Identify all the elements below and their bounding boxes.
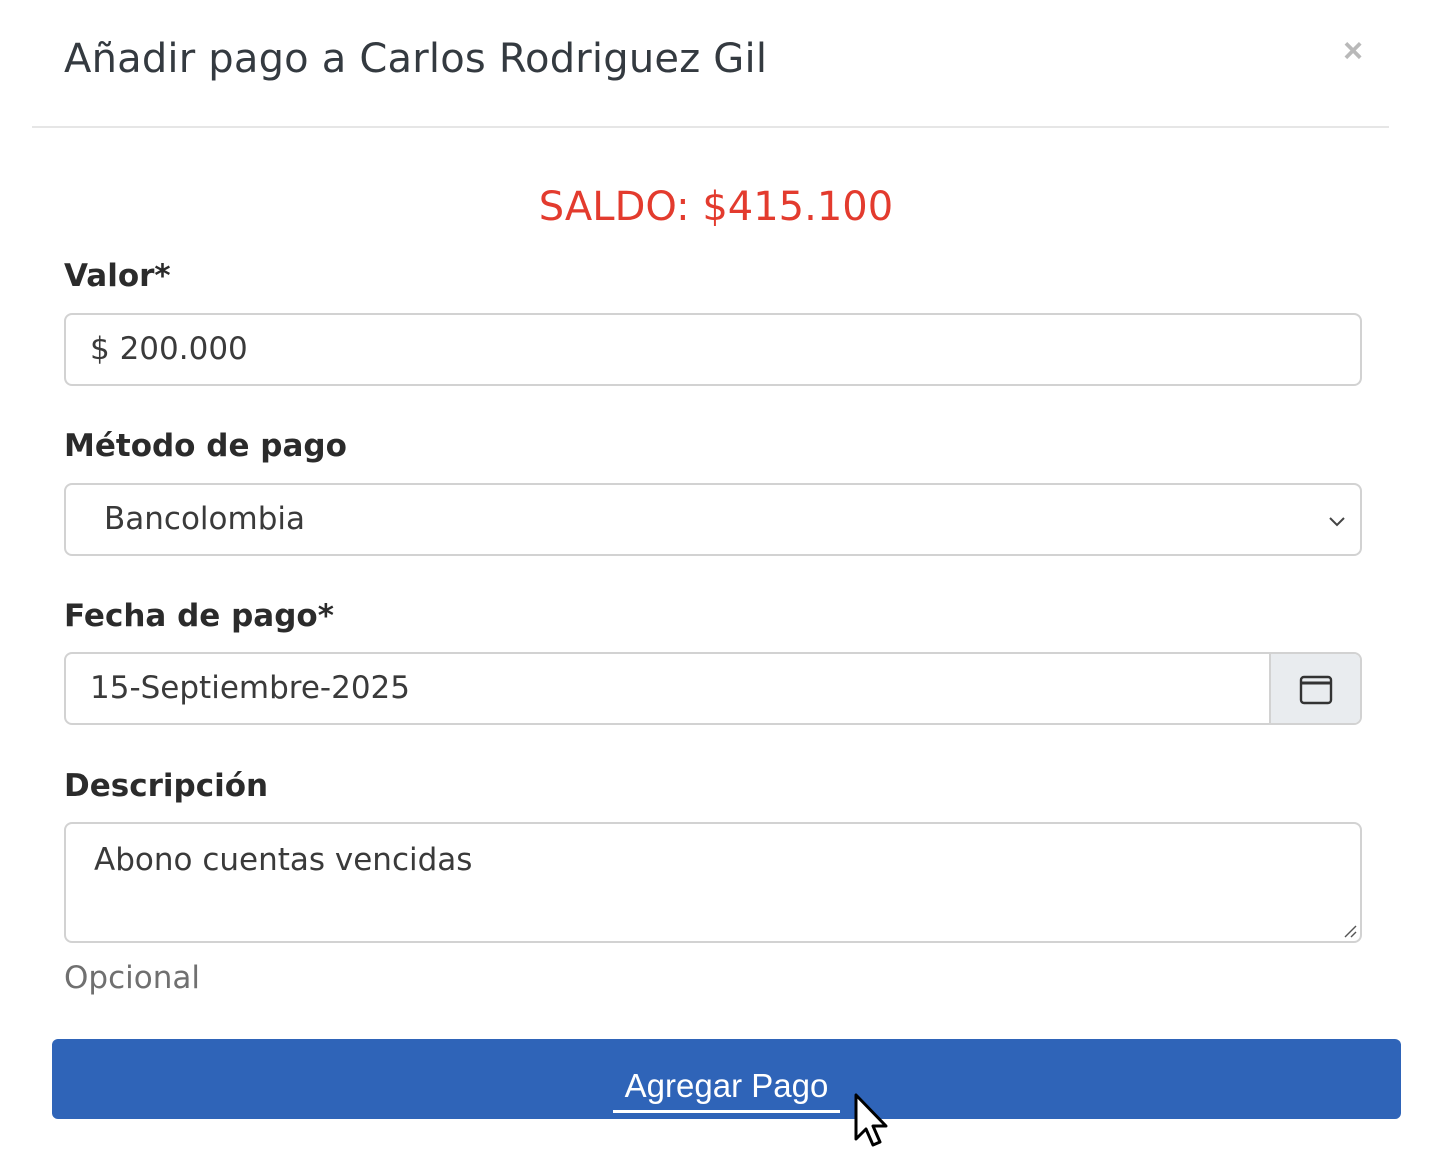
fecha-label: Fecha de pago* xyxy=(64,598,334,634)
add-payment-button[interactable]: Agregar Pago xyxy=(52,1039,1401,1119)
descripcion-textarea-value: Abono cuentas vencidas xyxy=(94,842,473,878)
calendar-button[interactable] xyxy=(1269,654,1360,723)
balance-text: SALDO: $415.100 xyxy=(538,184,894,230)
add-payment-modal: Añadir pago a Carlos Rodriguez Gil × SAL… xyxy=(0,0,1432,1154)
valor-input-value: $ 200.000 xyxy=(90,331,248,367)
descripcion-label: Descripción xyxy=(64,768,269,804)
chevron-down-icon xyxy=(1329,517,1345,527)
metodo-label: Método de pago xyxy=(64,428,347,464)
add-payment-button-label: Agregar Pago xyxy=(612,1067,841,1113)
resize-handle-icon[interactable] xyxy=(1342,923,1358,939)
fecha-input[interactable]: 15-Septiembre-2025 xyxy=(64,652,1362,725)
valor-label: Valor* xyxy=(64,258,171,294)
metodo-select[interactable]: Bancolombia xyxy=(64,483,1362,556)
descripcion-help-text: Opcional xyxy=(64,960,200,996)
metodo-select-value: Bancolombia xyxy=(104,501,305,537)
descripcion-textarea[interactable]: Abono cuentas vencidas xyxy=(64,822,1362,943)
modal-header: Añadir pago a Carlos Rodriguez Gil xyxy=(32,0,1389,128)
close-button[interactable]: × xyxy=(1336,34,1370,68)
calendar-icon xyxy=(1299,675,1332,704)
modal-title: Añadir pago a Carlos Rodriguez Gil xyxy=(64,36,768,82)
valor-input[interactable]: $ 200.000 xyxy=(64,313,1362,386)
fecha-input-value: 15-Septiembre-2025 xyxy=(90,670,410,706)
